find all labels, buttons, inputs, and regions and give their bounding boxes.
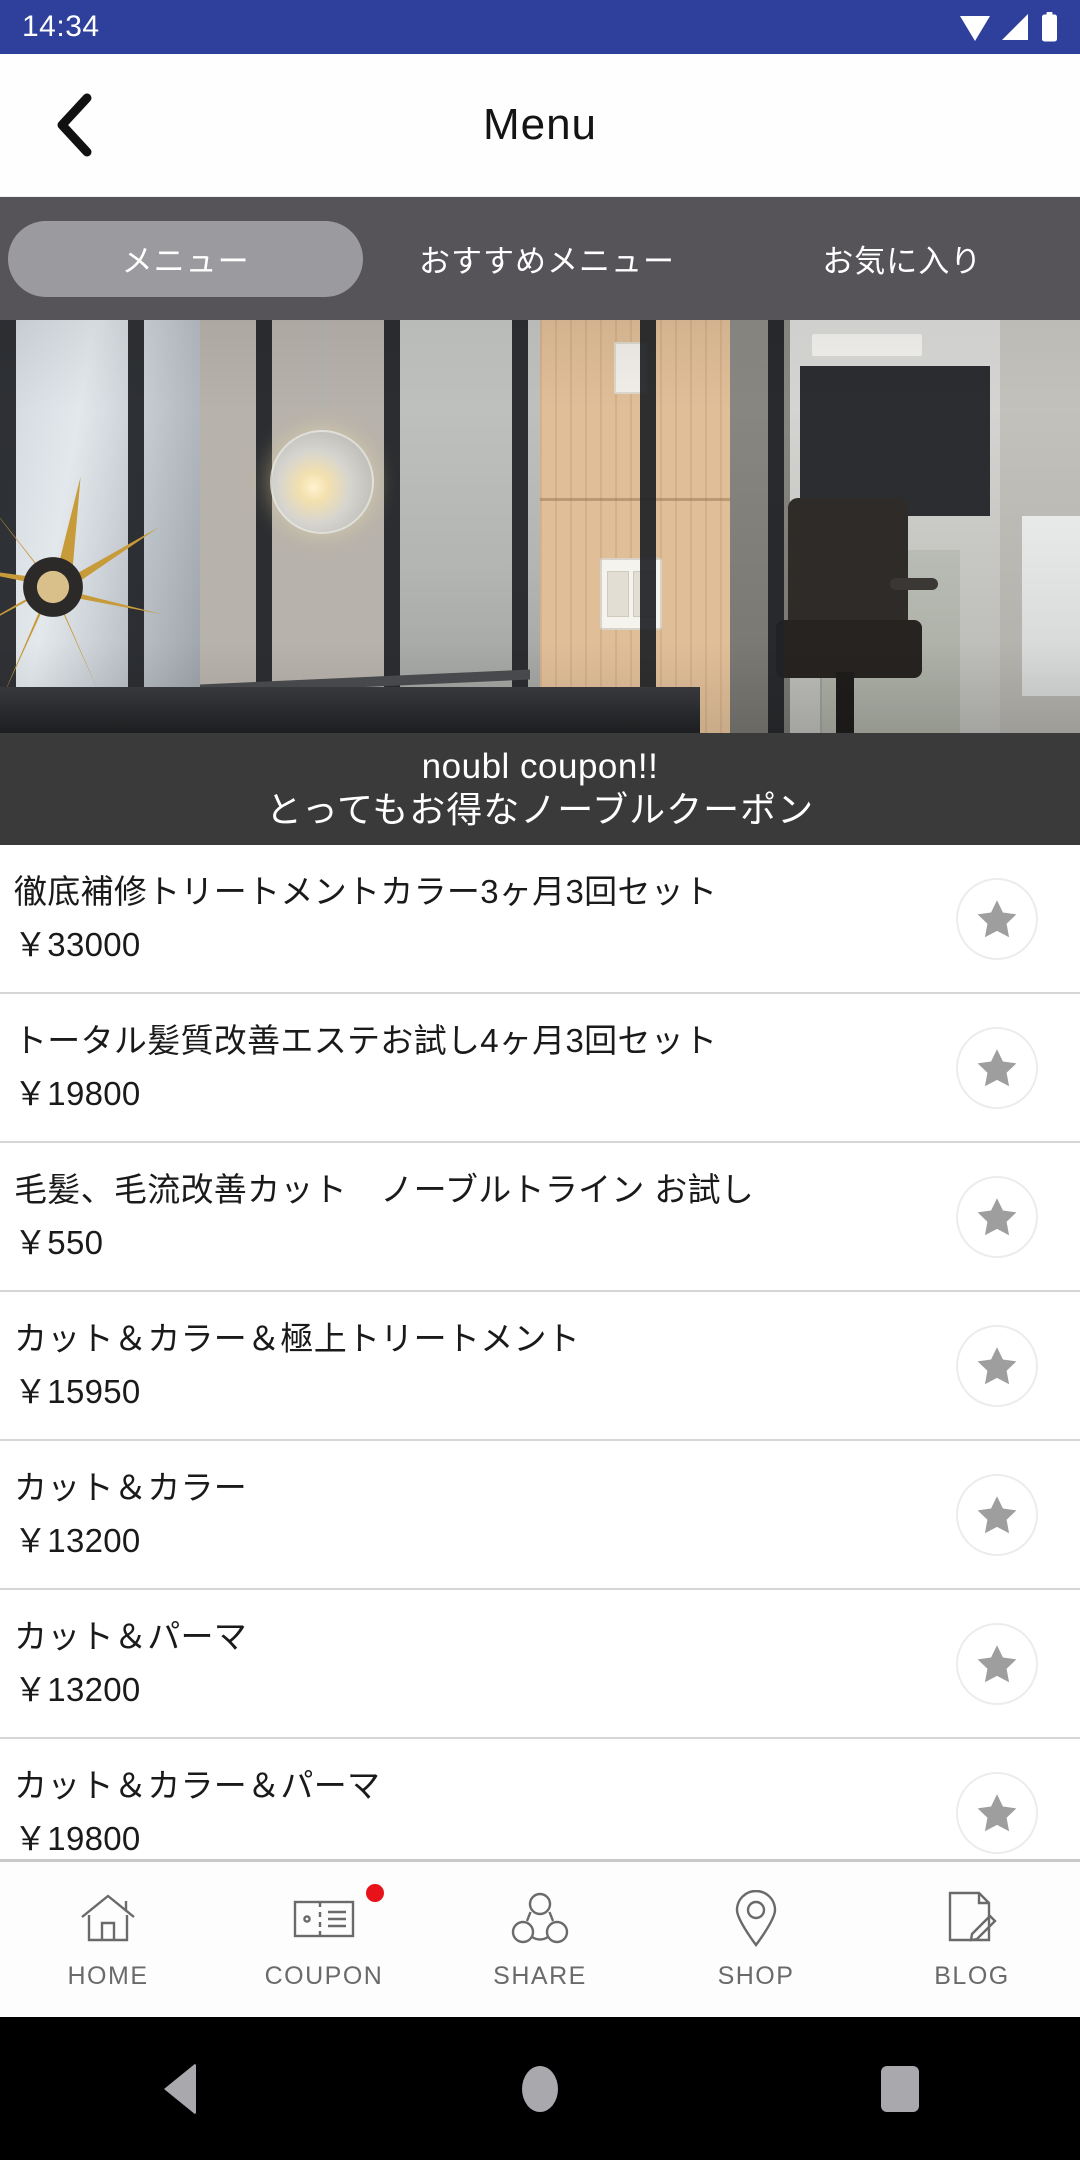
favorite-button[interactable] xyxy=(956,1622,1038,1705)
banner-caption-jp: とってもお得なノーブルクーポン xyxy=(265,789,815,831)
nav-item-home[interactable]: HOME xyxy=(0,1862,216,2017)
nav-label-home: HOME xyxy=(67,1962,149,1990)
menu-list-item[interactable]: カット＆パーマ ￥13200 xyxy=(0,1590,1080,1739)
home-circle-icon xyxy=(522,2065,558,2112)
bottom-navigation: HOME COUPON SHARE SHOP BLOG xyxy=(0,1859,1080,2017)
coupon-badge-dot xyxy=(366,1884,384,1902)
menu-list-item[interactable]: トータル髪質改善エステお試し4ヶ月3回セット ￥19800 xyxy=(0,994,1080,1143)
menu-item-price: ￥13200 xyxy=(14,1521,141,1559)
menu-item-texts: カット＆カラー＆極上トリートメント ￥15950 xyxy=(14,1320,956,1410)
back-button[interactable] xyxy=(32,82,118,168)
tab-recommended-menu[interactable]: おすすめメニュー xyxy=(369,221,724,297)
menu-item-texts: 毛髪、毛流改善カット ノーブルトライン お試し ￥550 xyxy=(14,1171,956,1261)
menu-list: 徹底補修トリートメントカラー3ヶ月3回セット ￥33000 トータル髪質改善エス… xyxy=(0,845,1080,1859)
favorite-button[interactable] xyxy=(956,877,1038,960)
nav-item-shop[interactable]: SHOP xyxy=(648,1862,864,2017)
menu-item-texts: カット＆パーマ ￥13200 xyxy=(14,1618,956,1708)
document-pencil-icon xyxy=(946,1888,998,1950)
menu-item-texts: トータル髪質改善エステお試し4ヶ月3回セット ￥19800 xyxy=(14,1022,956,1112)
status-bar: 14:34 xyxy=(0,0,1080,54)
ticket-icon xyxy=(293,1888,355,1950)
banner-photo xyxy=(0,320,1080,733)
favorite-button[interactable] xyxy=(956,1026,1038,1109)
status-time: 14:34 xyxy=(22,10,100,43)
favorite-button[interactable] xyxy=(956,1324,1038,1407)
menu-list-item[interactable]: カット＆カラー＆パーマ ￥19800 xyxy=(0,1739,1080,1859)
star-icon xyxy=(974,1343,1020,1389)
nav-label-coupon: COUPON xyxy=(264,1962,384,1990)
menu-item-price: ￥19800 xyxy=(14,1074,141,1112)
system-navigation-bar xyxy=(0,2017,1080,2160)
nav-item-share[interactable]: SHARE xyxy=(432,1862,648,2017)
menu-list-item[interactable]: 毛髪、毛流改善カット ノーブルトライン お試し ￥550 xyxy=(0,1143,1080,1292)
menu-item-title: 徹底補修トリートメントカラー3ヶ月3回セット xyxy=(14,873,718,911)
system-back-button[interactable] xyxy=(0,2062,360,2115)
nav-label-blog: BLOG xyxy=(934,1962,1010,1990)
battery-icon xyxy=(1041,12,1058,42)
banner-image[interactable] xyxy=(0,320,1080,733)
back-chevron-icon xyxy=(53,93,97,157)
back-triangle-icon xyxy=(164,2062,196,2115)
menu-item-title: 毛髪、毛流改善カット ノーブルトライン お試し xyxy=(14,1171,755,1209)
tab-bar: メニュー おすすめメニュー お気に入り xyxy=(0,197,1080,320)
tab-favorites[interactable]: お気に入り xyxy=(725,221,1080,297)
menu-item-texts: 徹底補修トリートメントカラー3ヶ月3回セット ￥33000 xyxy=(14,873,956,963)
menu-item-price: ￥33000 xyxy=(14,925,141,963)
menu-item-price: ￥19800 xyxy=(14,1819,141,1857)
wifi-icon xyxy=(959,14,990,41)
system-recents-button[interactable] xyxy=(720,2065,1080,2112)
signal-icon xyxy=(1000,13,1030,41)
app-screen: 14:34 Menu メニュー おすすめメニュー お気に入り noubl cou… xyxy=(0,0,1080,2160)
menu-list-item[interactable]: カット＆カラー＆極上トリートメント ￥15950 xyxy=(0,1292,1080,1441)
system-home-button[interactable] xyxy=(360,2065,720,2112)
status-icon-group xyxy=(959,12,1058,42)
banner-caption: noubl coupon!! とってもお得なノーブルクーポン xyxy=(0,733,1080,845)
nav-item-blog[interactable]: BLOG xyxy=(864,1862,1080,2017)
menu-item-price: ￥550 xyxy=(14,1223,104,1261)
banner-caption-en: noubl coupon!! xyxy=(421,746,659,786)
page-title: Menu xyxy=(482,100,598,149)
menu-item-price: ￥15950 xyxy=(14,1372,141,1410)
app-header: Menu xyxy=(0,54,1080,197)
menu-item-texts: カット＆カラー＆パーマ ￥19800 xyxy=(14,1767,956,1857)
menu-item-price: ￥13200 xyxy=(14,1670,141,1708)
menu-item-title: カット＆カラー＆パーマ xyxy=(14,1767,381,1805)
star-icon xyxy=(974,896,1020,942)
star-icon xyxy=(974,1492,1020,1538)
nav-label-shop: SHOP xyxy=(717,1962,795,1990)
home-icon xyxy=(78,1888,138,1950)
menu-list-item[interactable]: 徹底補修トリートメントカラー3ヶ月3回セット ￥33000 xyxy=(0,845,1080,994)
menu-item-title: トータル髪質改善エステお試し4ヶ月3回セット xyxy=(14,1022,718,1060)
favorite-button[interactable] xyxy=(956,1771,1038,1854)
menu-item-texts: カット＆カラー ￥13200 xyxy=(14,1469,956,1559)
nav-item-coupon[interactable]: COUPON xyxy=(216,1862,432,2017)
nav-label-share: SHARE xyxy=(493,1962,587,1990)
favorite-button[interactable] xyxy=(956,1473,1038,1556)
map-pin-icon xyxy=(733,1888,779,1950)
star-icon xyxy=(974,1045,1020,1091)
menu-item-title: カット＆パーマ xyxy=(14,1618,248,1656)
menu-item-title: カット＆カラー＆極上トリートメント xyxy=(14,1320,581,1358)
tab-menu[interactable]: メニュー xyxy=(8,220,364,297)
star-icon xyxy=(974,1194,1020,1240)
menu-list-item[interactable]: カット＆カラー ￥13200 xyxy=(0,1441,1080,1590)
favorite-button[interactable] xyxy=(956,1175,1038,1258)
star-icon xyxy=(974,1790,1020,1836)
share-nodes-icon xyxy=(511,1888,569,1950)
star-icon xyxy=(974,1641,1020,1687)
recents-square-icon xyxy=(881,2065,919,2112)
menu-item-title: カット＆カラー xyxy=(14,1469,248,1507)
